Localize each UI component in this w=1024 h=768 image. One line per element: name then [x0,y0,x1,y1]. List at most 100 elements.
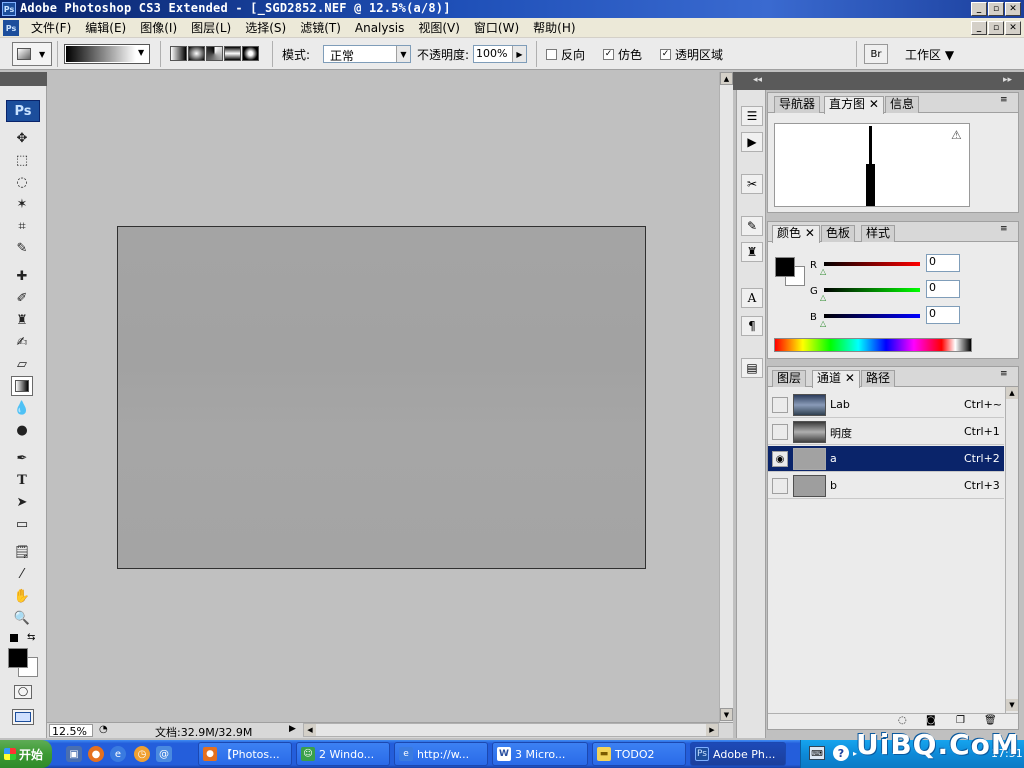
transparency-checkbox[interactable]: ✓ [660,49,671,60]
mode-select[interactable]: 正常 ▼ [323,45,411,63]
channels-scrollbar[interactable]: ▲ ▼ [1005,387,1018,713]
tab-navigator[interactable]: 导航器 [774,96,821,113]
blue-slider[interactable] [824,314,920,318]
menu-edit[interactable]: 编辑(E) [78,20,133,36]
layer-comps-icon[interactable]: ▤ [741,358,763,378]
restore-icon[interactable]: ▫ [988,2,1004,16]
clock-app-icon[interactable]: ◷ [134,746,150,762]
dodge-tool-icon[interactable]: ● [11,420,33,440]
gradient-tool-icon[interactable] [11,376,33,396]
tab-swatches[interactable]: 色板 [821,225,856,242]
clone-source-icon[interactable]: ♜ [741,242,763,262]
tool-presets-icon[interactable]: ✂ [741,174,763,194]
channel-row-lab[interactable]: Lab Ctrl+~ [768,392,1004,418]
healing-brush-icon[interactable]: ✚ [11,266,33,286]
red-value-input[interactable]: 0 [926,254,960,272]
help-icon[interactable]: ? [833,745,849,761]
lasso-tool-icon[interactable]: ◌ [11,172,33,192]
channel-row-lightness[interactable]: 明度 Ctrl+1 [768,419,1004,445]
show-desktop-icon[interactable]: ▣ [66,746,82,762]
magic-wand-icon[interactable]: ✶ [11,194,33,214]
reflected-gradient-icon[interactable] [224,46,241,61]
path-selection-icon[interactable]: ➤ [11,492,33,512]
tab-layers[interactable]: 图层 [772,370,807,387]
panel-menu-icon[interactable]: ≡ [1000,95,1008,105]
screen-mode-icon[interactable] [12,709,34,725]
bridge-icon[interactable]: Br [864,44,888,64]
hand-tool-icon[interactable]: ✋ [11,586,33,606]
warning-icon[interactable]: ⚠ [951,128,962,142]
gradient-picker[interactable]: ▼ [64,44,150,64]
ie-icon[interactable]: e [110,746,126,762]
red-slider[interactable] [824,262,920,266]
image-canvas[interactable] [117,226,646,569]
pen-tool-icon[interactable]: ✒ [11,448,33,468]
load-selection-icon[interactable]: ◌ [898,715,907,726]
panel-dock-header[interactable]: ◂◂ ▸▸ [733,72,1024,90]
status-menu-icon[interactable]: ◔ [99,724,108,735]
menu-help[interactable]: 帮助(H) [526,20,582,36]
horizontal-scrollbar[interactable]: ◀ ▶ [303,723,719,737]
tab-color[interactable]: 颜色 ✕ [772,225,820,243]
marquee-tool-icon[interactable]: ⬚ [11,150,33,170]
swap-colors-icon[interactable]: ⇆ [27,632,35,643]
slider-handle-icon[interactable]: △ [820,267,826,276]
radial-gradient-icon[interactable] [188,46,205,61]
doc-minimize-icon[interactable]: _ [971,21,987,35]
scroll-down-icon[interactable]: ▼ [1006,699,1018,711]
start-button[interactable]: 开始 [0,740,52,768]
move-tool-icon[interactable]: ✥ [11,128,33,148]
minimize-icon[interactable]: _ [971,2,987,16]
collapse-icon[interactable]: ◂◂ [753,75,762,85]
paragraph-panel-icon[interactable]: ¶ [741,316,763,336]
menu-image[interactable]: 图像(I) [133,20,184,36]
taskbar-button[interactable]: W 3 Micro... [492,742,588,766]
taskbar-button-active[interactable]: Ps Adobe Ph... [690,742,786,766]
menu-analysis[interactable]: Analysis [348,20,411,36]
keyboard-icon[interactable]: ⌨ [809,746,825,760]
history-panel-icon[interactable]: ☰ [741,106,763,126]
taskbar-button[interactable]: ☺ 2 Windo... [296,742,390,766]
brush-tool-icon[interactable]: ✐ [11,288,33,308]
doc-close-icon[interactable]: ✕ [1005,21,1021,35]
channel-row-a[interactable]: ◉ a Ctrl+2 [768,446,1004,472]
green-slider[interactable] [824,288,920,292]
character-panel-icon[interactable]: A [741,288,763,308]
eraser-tool-icon[interactable]: ▱ [11,354,33,374]
quick-mask-icon[interactable]: ◯ [14,685,32,699]
angle-gradient-icon[interactable] [206,46,223,61]
opacity-field[interactable]: 100% ▶ [473,45,527,63]
foreground-color-swatch[interactable] [775,257,795,277]
zoom-field[interactable]: 12.5% [49,724,93,738]
menu-window[interactable]: 窗口(W) [467,20,526,36]
reverse-checkbox[interactable] [546,49,557,60]
tab-styles[interactable]: 样式 [861,225,896,242]
save-selection-icon[interactable]: ◙ [926,715,936,726]
tab-paths[interactable]: 路径 [861,370,896,387]
color-spectrum-bar[interactable] [774,338,972,352]
slider-handle-icon[interactable]: △ [820,293,826,302]
menu-file[interactable]: 文件(F) [24,20,78,36]
vertical-scrollbar[interactable]: ▲ ▼ [719,72,733,722]
new-channel-icon[interactable]: ❐ [956,715,965,726]
visibility-toggle[interactable] [772,478,788,494]
close-icon[interactable]: ✕ [1005,2,1021,16]
trash-icon[interactable]: 🗑 [984,715,997,726]
linear-gradient-icon[interactable] [170,46,187,61]
foreground-color-swatch[interactable] [8,648,28,668]
ps-logo[interactable]: Ps [6,100,40,122]
brushes-panel-icon[interactable]: ✎ [741,216,763,236]
slider-handle-icon[interactable]: △ [820,319,826,328]
taskbar-button[interactable]: e http://w... [394,742,488,766]
close-tab-icon[interactable]: ✕ [805,226,815,240]
toolbox-header[interactable] [0,72,47,86]
panel-menu-icon[interactable]: ≡ [1000,369,1008,379]
menu-view[interactable]: 视图(V) [411,20,467,36]
status-arrow-icon[interactable]: ▶ [289,724,296,734]
blue-value-input[interactable]: 0 [926,306,960,324]
menu-filter[interactable]: 滤镜(T) [293,20,348,36]
close-tab-icon[interactable]: ✕ [869,97,879,111]
expand-icon[interactable]: ▸▸ [1003,75,1012,85]
rectangle-tool-icon[interactable]: ▭ [11,514,33,534]
firefox-icon[interactable]: ● [88,746,104,762]
